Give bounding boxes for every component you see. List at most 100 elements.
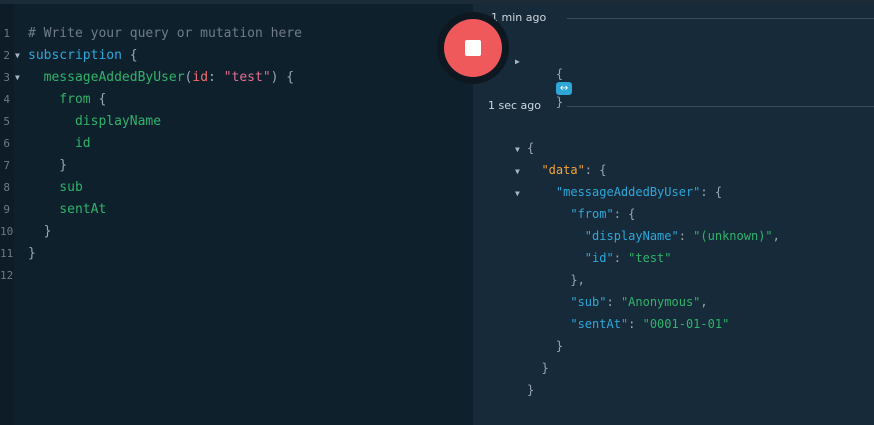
json-token: } bbox=[527, 361, 549, 375]
code-token: id bbox=[192, 70, 209, 85]
editor-line[interactable]: 9 sentAt bbox=[0, 200, 473, 222]
json-token: , bbox=[700, 295, 708, 309]
code-text[interactable]: } bbox=[28, 158, 67, 173]
json-token: "test" bbox=[628, 251, 672, 265]
collapse-icon[interactable]: ▼ bbox=[515, 189, 520, 198]
json-token: "sentAt" bbox=[527, 317, 629, 331]
json-token: "Anonymous" bbox=[620, 295, 701, 309]
editor-line[interactable]: 2 ▼ subscription { bbox=[0, 46, 473, 68]
json-token: } bbox=[527, 339, 564, 353]
fold-arrow-icon[interactable]: ▼ bbox=[15, 73, 20, 82]
stop-subscription-button[interactable] bbox=[444, 19, 502, 77]
json-line: } bbox=[527, 339, 563, 353]
json-token: : { bbox=[584, 163, 607, 177]
code-text[interactable]: sentAt bbox=[28, 202, 106, 217]
json-token: "from" bbox=[527, 207, 614, 221]
editor-line[interactable]: 1 # Write your query or mutation here bbox=[0, 24, 473, 46]
json-line: } bbox=[527, 383, 534, 397]
editor-line[interactable]: 5 displayName bbox=[0, 112, 473, 134]
code-token: sentAt bbox=[28, 202, 107, 217]
result-divider bbox=[567, 18, 874, 19]
code-token: } bbox=[28, 224, 52, 239]
fold-arrow-icon[interactable]: ▼ bbox=[15, 51, 20, 60]
json-token: : bbox=[606, 295, 621, 309]
code-token: displayName bbox=[28, 114, 162, 129]
code-text[interactable]: sub bbox=[28, 180, 83, 195]
json-line: "displayName": "(unknown)", bbox=[527, 229, 780, 243]
json-line: "data": { bbox=[527, 163, 606, 177]
query-editor[interactable]: 1 # Write your query or mutation here 2 ▼ su… bbox=[0, 4, 473, 425]
collapsed-result[interactable]: { ↔ } bbox=[527, 53, 573, 123]
json-token: "id" bbox=[527, 251, 614, 265]
code-token: subscription bbox=[28, 48, 122, 63]
json-line: "id": "test" bbox=[527, 251, 672, 265]
code-text[interactable]: messageAddedByUser(id: "test") { bbox=[28, 70, 295, 85]
line-number: 8 bbox=[3, 181, 10, 194]
json-line: "messageAddedByUser": { bbox=[527, 185, 722, 199]
editor-line[interactable]: 7 } bbox=[0, 156, 473, 178]
editor-line[interactable]: 8 sub bbox=[0, 178, 473, 200]
json-token: "displayName" bbox=[527, 229, 679, 243]
code-text[interactable]: id bbox=[28, 136, 91, 151]
result-timestamp: 1 sec ago bbox=[488, 99, 541, 112]
code-token: messageAddedByUser bbox=[28, 70, 185, 85]
stop-icon bbox=[465, 40, 481, 56]
json-token: "messageAddedByUser" bbox=[527, 185, 701, 199]
code-token: "test" bbox=[223, 70, 271, 85]
editor-line[interactable]: 11} bbox=[0, 244, 473, 266]
code-text[interactable]: } bbox=[28, 246, 36, 261]
json-token: , bbox=[772, 229, 780, 243]
code-token: } bbox=[28, 246, 36, 261]
code-text[interactable]: displayName bbox=[28, 114, 161, 129]
collapse-icon[interactable]: ▼ bbox=[515, 145, 520, 154]
editor-line[interactable]: 4 from { bbox=[0, 90, 473, 112]
json-token: "(unknown)" bbox=[693, 229, 773, 243]
code-token: # Write your query or mutation here bbox=[28, 26, 302, 41]
code-text[interactable]: from { bbox=[28, 92, 106, 107]
json-token: }, bbox=[527, 273, 585, 287]
json-token: } bbox=[527, 383, 535, 397]
collapsed-close-brace: } bbox=[555, 95, 564, 109]
expand-icon[interactable]: ▶ bbox=[515, 57, 520, 66]
code-token: ) { bbox=[270, 70, 295, 85]
collapsed-open-brace: { bbox=[555, 67, 564, 81]
editor-line[interactable]: 12 bbox=[0, 266, 473, 288]
code-token: } bbox=[28, 158, 68, 173]
result-timestamp: 1 min ago bbox=[491, 11, 547, 24]
code-text[interactable]: # Write your query or mutation here bbox=[28, 26, 302, 41]
json-line: } bbox=[527, 361, 549, 375]
json-token: { bbox=[527, 141, 535, 155]
line-number: 5 bbox=[3, 115, 10, 128]
json-token: : bbox=[613, 251, 629, 265]
code-token: { bbox=[121, 48, 138, 63]
code-token: from bbox=[28, 92, 91, 107]
json-line: }, bbox=[527, 273, 585, 287]
line-number: 1 bbox=[3, 27, 10, 40]
line-number: 7 bbox=[3, 159, 10, 172]
line-number: 12 bbox=[0, 269, 14, 282]
editor-line[interactable]: 6 id bbox=[0, 134, 473, 156]
line-number: 6 bbox=[3, 137, 10, 150]
code-text[interactable]: subscription { bbox=[28, 48, 138, 63]
json-line: "sentAt": "0001-01-01" bbox=[527, 317, 729, 331]
json-line: "sub": "Anonymous", bbox=[527, 295, 708, 309]
code-text[interactable]: } bbox=[28, 224, 52, 239]
line-number: 3 bbox=[3, 71, 10, 84]
code-token: { bbox=[90, 92, 107, 107]
code-token: sub bbox=[28, 180, 83, 195]
code-token: : bbox=[208, 70, 224, 85]
results-panel[interactable]: 1 min ago ▶ { ↔ } 1 sec ago ▼ { ▼ "data": … bbox=[473, 4, 874, 425]
json-line: { bbox=[527, 141, 534, 155]
line-number: 11 bbox=[0, 247, 14, 260]
json-token: : { bbox=[700, 185, 723, 199]
editor-line[interactable]: 3 ▼ messageAddedByUser(id: "test") { bbox=[0, 68, 473, 90]
json-token: "sub" bbox=[527, 295, 607, 309]
line-number: 4 bbox=[3, 93, 10, 106]
line-number: 9 bbox=[3, 203, 10, 216]
editor-line[interactable]: 10 } bbox=[0, 222, 473, 244]
json-token: : { bbox=[613, 207, 636, 221]
code-token: id bbox=[28, 136, 91, 151]
collapse-icon[interactable]: ▼ bbox=[515, 167, 520, 176]
line-number: 2 bbox=[3, 49, 10, 62]
collapsed-badge[interactable]: ↔ bbox=[555, 82, 573, 95]
